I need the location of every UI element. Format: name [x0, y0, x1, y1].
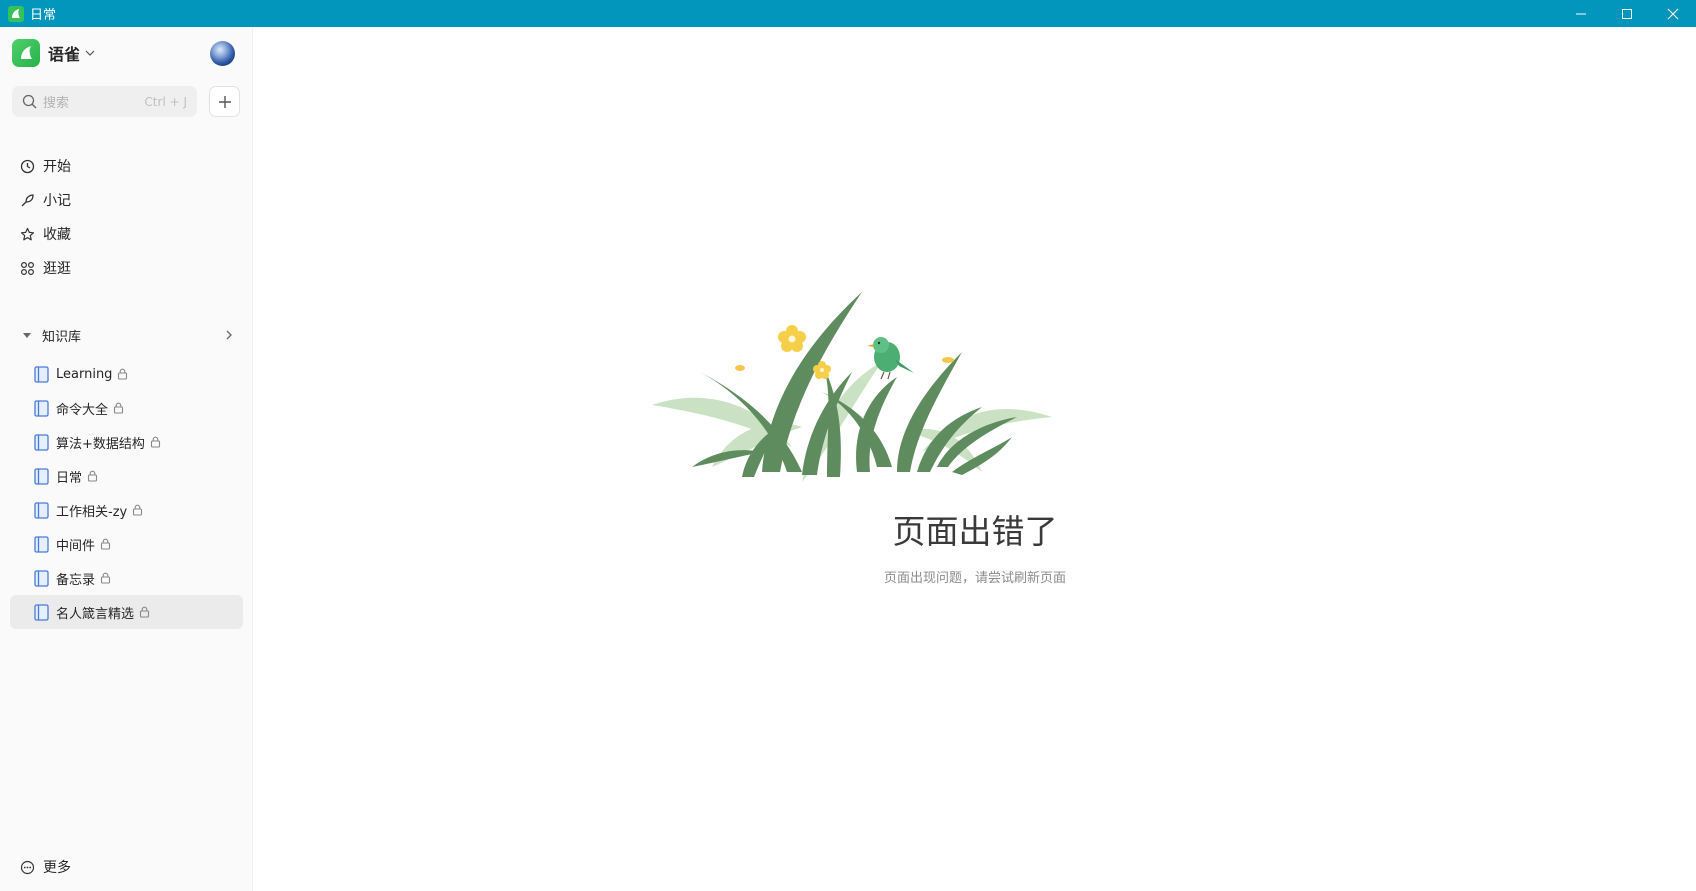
yuque-app-icon [8, 5, 24, 22]
sidebar: 语雀 搜索 Ctrl + J 开始 小记 收藏 逛逛 知识库 Learning … [0, 27, 253, 891]
kb-item-label: 日常 [56, 470, 83, 486]
knowledge-base-title: 知识库 [42, 329, 82, 345]
more-label: 更多 [43, 860, 71, 876]
kb-item-label: 中间件 [56, 538, 96, 554]
more-button[interactable]: 更多 [20, 857, 71, 877]
flowers [735, 325, 954, 379]
maximize-button[interactable] [1604, 0, 1650, 27]
book-icon [34, 603, 49, 621]
kb-item-label: Learning [56, 366, 113, 382]
kb-item-label: 算法+数据结构 [56, 436, 145, 452]
kb-item-quotes[interactable]: 名人箴言精选 [10, 595, 243, 629]
nav-item-label: 逛逛 [43, 261, 71, 277]
maximize-icon [1622, 8, 1632, 19]
chevron-right-icon[interactable] [223, 329, 235, 341]
feather-icon [21, 193, 34, 206]
search-shortcut: Ctrl + J [144, 94, 187, 109]
book-icon [34, 569, 49, 587]
nav-item-label: 开始 [43, 159, 71, 175]
kb-item-middleware[interactable]: 中间件 [10, 527, 243, 561]
star-icon [20, 227, 35, 240]
nav-item-label: 小记 [43, 193, 71, 209]
brand-name: 语雀 [48, 45, 81, 64]
kb-item-learning[interactable]: Learning [10, 357, 243, 391]
window-title: 日常 [30, 8, 57, 23]
avatar[interactable] [210, 41, 235, 66]
search-icon [22, 94, 37, 109]
kb-item-label: 工作相关-zy [56, 504, 128, 520]
add-button[interactable] [209, 86, 240, 117]
kb-item-work[interactable]: 工作相关-zy [10, 493, 243, 527]
minimize-icon [1576, 13, 1586, 14]
nav-item-explore[interactable]: 逛逛 [10, 251, 243, 285]
kb-item-memo[interactable]: 备忘录 [10, 561, 243, 595]
title-bar: 日常 [0, 0, 1696, 27]
book-icon [34, 433, 49, 451]
search-input[interactable]: 搜索 Ctrl + J [12, 86, 197, 117]
nav-item-notes[interactable]: 小记 [10, 183, 243, 217]
lock-icon [100, 538, 111, 550]
knowledge-base-list: Learning 命令大全 算法+数据结构 日常 工作相关-zy 中间件 备忘录… [10, 357, 243, 629]
error-title: 页面出错了 [892, 512, 1058, 551]
nav-item-label: 收藏 [43, 227, 71, 243]
lock-icon [150, 436, 160, 448]
book-icon [34, 535, 49, 553]
lock-icon [133, 504, 143, 516]
lock-icon [118, 368, 128, 380]
kb-item-label: 命令大全 [56, 402, 109, 418]
lock-icon [113, 402, 124, 414]
close-button[interactable] [1650, 0, 1696, 27]
book-icon [34, 501, 49, 519]
kb-item-label: 备忘录 [56, 572, 96, 588]
brand-switcher[interactable]: 语雀 [12, 39, 95, 67]
nav-item-favorites[interactable]: 收藏 [10, 217, 243, 251]
lock-icon [87, 470, 98, 482]
clock-icon [20, 159, 35, 173]
knowledge-base-header[interactable]: 知识库 [10, 319, 243, 351]
kb-item-daily[interactable]: 日常 [10, 459, 243, 493]
window-controls [1558, 0, 1696, 27]
lock-icon [139, 606, 150, 618]
plus-icon [218, 95, 231, 108]
main-nav: 开始 小记 收藏 逛逛 [10, 149, 243, 285]
kb-item-commands[interactable]: 命令大全 [10, 391, 243, 425]
lock-icon [100, 572, 111, 584]
grass-bird-illustration [652, 292, 1052, 482]
chevron-down-icon [85, 50, 95, 56]
book-icon [34, 365, 49, 383]
search-placeholder: 搜索 [43, 96, 70, 111]
kb-item-label: 名人箴言精选 [56, 606, 135, 622]
main-content: 页面出错了 页面出现问题，请尝试刷新页面 [254, 27, 1696, 891]
nav-item-start[interactable]: 开始 [10, 149, 243, 183]
book-icon [34, 467, 49, 485]
caret-down-icon [23, 333, 31, 338]
yuque-logo-icon [12, 39, 40, 67]
kb-item-algorithms[interactable]: 算法+数据结构 [10, 425, 243, 459]
book-icon [34, 399, 49, 417]
grid-icon [20, 261, 35, 275]
minimize-button[interactable] [1558, 0, 1604, 27]
more-icon [20, 860, 35, 874]
close-icon [1667, 8, 1679, 19]
error-description: 页面出现问题，请尝试刷新页面 [883, 571, 1066, 586]
